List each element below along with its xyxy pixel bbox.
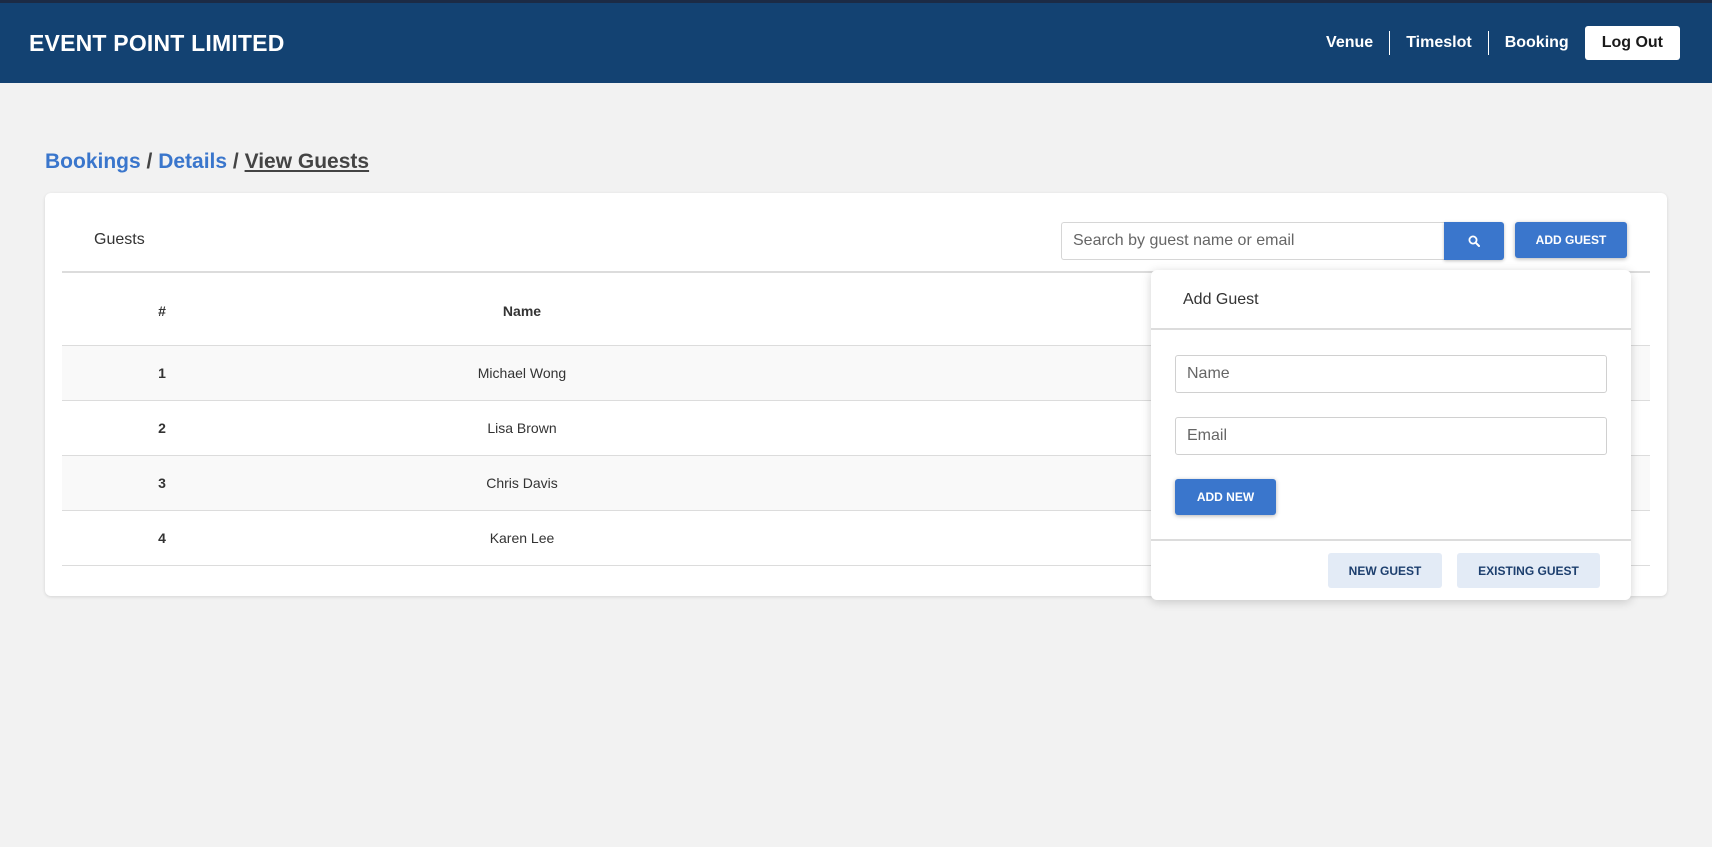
search-bar bbox=[1061, 222, 1548, 260]
search-icon bbox=[1468, 235, 1480, 247]
row-name: Lisa Brown bbox=[262, 400, 782, 456]
add-guest-popover: Add Guest ADD NEW NEW GUEST EXISTING GUE… bbox=[1151, 270, 1631, 600]
card-title: Guests bbox=[94, 231, 145, 248]
top-navbar: EVENT POINT LIMITED Venue Timeslot Booki… bbox=[0, 0, 1712, 83]
breadcrumb-details[interactable]: Details bbox=[158, 150, 227, 173]
brand-title: EVENT POINT LIMITED bbox=[29, 30, 285, 56]
breadcrumb-separator: / bbox=[146, 150, 159, 173]
existing-guest-tab[interactable]: EXISTING GUEST bbox=[1457, 553, 1600, 588]
popover-title: Add Guest bbox=[1183, 291, 1259, 308]
popover-divider bbox=[1151, 539, 1631, 541]
breadcrumb-view-guests[interactable]: View Guests bbox=[245, 150, 370, 173]
row-number: 1 bbox=[62, 345, 262, 401]
add-guest-button[interactable]: ADD GUEST bbox=[1515, 222, 1627, 258]
row-number: 2 bbox=[62, 400, 262, 456]
column-header-name[interactable]: Name bbox=[262, 273, 782, 346]
guest-email-field[interactable] bbox=[1175, 417, 1607, 455]
nav-booking[interactable]: Booking bbox=[1489, 31, 1585, 55]
new-guest-tab[interactable]: NEW GUEST bbox=[1328, 553, 1442, 588]
row-name: Michael Wong bbox=[262, 345, 782, 401]
search-button[interactable] bbox=[1444, 222, 1504, 260]
breadcrumb: Bookings / Details / View Guests bbox=[45, 150, 369, 174]
row-name: Chris Davis bbox=[262, 455, 782, 511]
breadcrumb-separator: / bbox=[232, 150, 245, 173]
add-new-button[interactable]: ADD NEW bbox=[1175, 479, 1276, 515]
row-name: Karen Lee bbox=[262, 510, 782, 566]
nav-timeslot[interactable]: Timeslot bbox=[1390, 31, 1489, 55]
popover-divider bbox=[1151, 328, 1631, 330]
guest-name-field[interactable] bbox=[1175, 355, 1607, 393]
logout-button[interactable]: Log Out bbox=[1584, 26, 1680, 60]
main-nav: Venue Timeslot Booking Log Out bbox=[1310, 26, 1680, 60]
row-number: 3 bbox=[62, 455, 262, 511]
row-number: 4 bbox=[62, 510, 262, 566]
search-input[interactable] bbox=[1061, 222, 1444, 260]
nav-venue[interactable]: Venue bbox=[1310, 31, 1391, 55]
breadcrumb-bookings[interactable]: Bookings bbox=[45, 150, 141, 173]
column-header-number[interactable]: # bbox=[62, 273, 262, 346]
